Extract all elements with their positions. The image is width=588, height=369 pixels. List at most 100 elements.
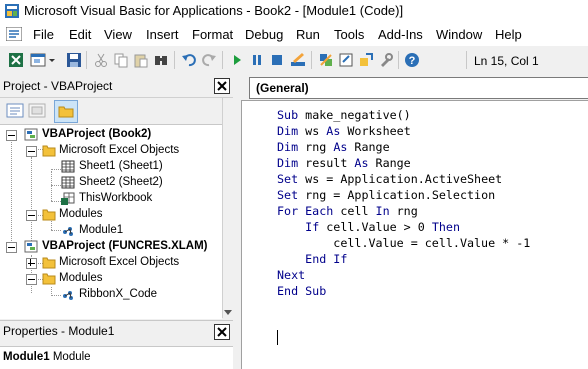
find-icon[interactable] — [153, 52, 169, 68]
code-keyword: Next — [277, 268, 306, 282]
code-keyword: If — [305, 220, 320, 234]
object-combo-box[interactable]: (General) — [249, 77, 588, 99]
collapse-toggle[interactable] — [6, 242, 17, 253]
toolbox-icon[interactable] — [378, 52, 394, 68]
code-keyword: Set — [277, 188, 299, 202]
menu-edit[interactable]: Edit — [69, 27, 91, 42]
code-editor[interactable]: Sub make_negative() Dim ws As Worksheet Di… — [241, 100, 588, 369]
redo-icon[interactable] — [201, 52, 217, 68]
menu-bar: File Edit View Insert Format Debug Run T… — [0, 22, 588, 46]
help-icon[interactable]: ? — [404, 52, 420, 68]
run-icon[interactable] — [229, 52, 245, 68]
menu-add-ins[interactable]: Add-Ins — [378, 27, 423, 42]
menu-help[interactable]: Help — [495, 27, 522, 42]
toolbar-separator — [222, 51, 223, 69]
code-text: Range — [368, 156, 411, 170]
toolbar-separator — [174, 51, 175, 69]
excel-view-icon[interactable] — [8, 52, 24, 68]
break-icon[interactable] — [249, 52, 265, 68]
code-keyword: End If — [305, 252, 348, 266]
properties-icon[interactable] — [338, 52, 354, 68]
menu-run[interactable]: Run — [296, 27, 320, 42]
workbook-icon — [61, 192, 75, 205]
project-pane-header: Project - VBAProject — [0, 75, 233, 98]
code-line: Dim result As Range — [277, 155, 411, 171]
vba-project-icon — [24, 128, 38, 141]
tree-label: Sheet2 (Sheet2) — [79, 176, 163, 188]
insert-object-icon[interactable] — [30, 52, 46, 68]
code-text: Range — [347, 140, 390, 154]
code-line: Next — [277, 267, 305, 283]
cut-icon[interactable] — [93, 52, 109, 68]
folder-icon — [42, 209, 56, 221]
code-keyword: Dim — [277, 124, 299, 138]
code-text: ws — [298, 124, 327, 138]
collapse-toggle[interactable] — [26, 274, 37, 285]
collapse-toggle[interactable] — [26, 146, 37, 157]
undo-icon[interactable] — [181, 52, 197, 68]
tree-label: Module1 — [79, 224, 124, 236]
collapse-toggle[interactable] — [26, 210, 37, 221]
code-text: Worksheet — [340, 124, 411, 138]
toolbar-separator — [466, 51, 467, 69]
view-object-icon[interactable] — [28, 102, 46, 119]
menu-debug[interactable]: Debug — [245, 27, 283, 42]
project-pane-toolbar — [0, 98, 233, 124]
code-line: Dim rng As Range — [277, 139, 390, 155]
text-caret — [277, 330, 278, 345]
code-text: cell.Value = cell.Value * -1 — [277, 236, 531, 250]
toggle-folders-button[interactable] — [54, 100, 78, 123]
copy-icon[interactable] — [113, 52, 129, 68]
view-code-icon[interactable] — [6, 102, 24, 119]
tree-label: Microsoft Excel Objects — [59, 256, 180, 268]
close-properties-pane-button[interactable] — [214, 324, 230, 340]
design-mode-icon[interactable] — [290, 52, 306, 68]
code-line: Dim ws As Worksheet — [277, 123, 411, 139]
svg-text:?: ? — [409, 55, 416, 67]
code-line: If cell.Value > 0 Then — [277, 219, 460, 235]
vba-app-icon — [5, 4, 19, 18]
save-icon[interactable] — [66, 52, 82, 68]
code-keyword: Dim — [277, 140, 299, 154]
menu-tools[interactable]: Tools — [334, 27, 364, 42]
tree-label: Sheet1 (Sheet1) — [79, 160, 163, 172]
dropdown-arrow-icon[interactable] — [48, 52, 56, 68]
code-line: Set ws = Application.ActiveSheet — [277, 171, 502, 187]
code-keyword: As — [326, 124, 341, 138]
code-line: End Sub — [277, 283, 326, 299]
code-keyword: Dim — [277, 156, 299, 170]
menu-window[interactable]: Window — [436, 27, 482, 42]
object-browser-icon[interactable] — [358, 52, 374, 68]
module-icon — [63, 227, 73, 236]
worksheet-icon — [61, 176, 75, 189]
toolbar-separator — [311, 51, 312, 69]
code-keyword: Then — [431, 220, 460, 234]
code-text: result — [298, 156, 355, 170]
object-type: Module — [52, 351, 91, 363]
folder-icon — [42, 145, 56, 157]
project-explorer-icon[interactable] — [318, 52, 334, 68]
properties-object-combo[interactable]: Module1 Module — [0, 346, 233, 369]
code-text: make_negative() — [298, 108, 411, 122]
code-line: For Each cell In rng — [277, 203, 418, 219]
scroll-down-arrow-icon[interactable] — [224, 310, 232, 315]
menu-view[interactable]: View — [104, 27, 132, 42]
code-line: Set rng = Application.Selection — [277, 187, 495, 203]
pane-splitter[interactable] — [233, 75, 241, 368]
vba-project-icon — [24, 240, 38, 253]
reset-icon[interactable] — [269, 52, 285, 68]
menu-format[interactable]: Format — [192, 27, 233, 42]
module-menu-icon[interactable] — [6, 27, 22, 41]
close-project-pane-button[interactable] — [214, 78, 230, 94]
tree-label: Modules — [59, 272, 103, 284]
expand-toggle[interactable] — [26, 258, 37, 269]
collapse-toggle[interactable] — [6, 130, 17, 141]
tree-label: VBAProject (FUNCRES.XLAM) — [42, 240, 208, 252]
paste-icon[interactable] — [133, 52, 149, 68]
menu-insert[interactable]: Insert — [146, 27, 179, 42]
code-text: rng — [389, 204, 418, 218]
code-text: cell.Value > 0 — [319, 220, 432, 234]
menu-file[interactable]: File — [33, 27, 54, 42]
